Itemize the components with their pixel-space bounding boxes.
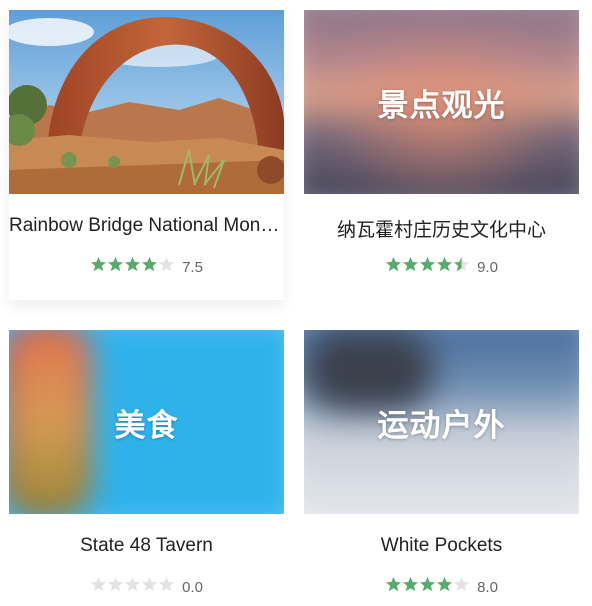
rating: 7.5 [9,256,284,278]
place-image[interactable] [9,10,284,194]
star-icon [159,257,175,272]
star-icon [454,257,470,272]
star-icon [437,257,453,272]
star-icon [386,577,402,592]
rating: 9.0 [304,256,579,278]
star-icon [454,577,470,592]
rating-score: 7.5 [182,258,203,276]
rating-score: 8.0 [477,578,498,596]
star-icon [125,577,141,592]
star-rating [385,256,470,278]
star-icon [437,577,453,592]
star-icon [142,257,158,272]
place-title[interactable]: 纳瓦霍村庄历史文化中心 [304,215,579,242]
star-icon [159,577,175,592]
place-title[interactable]: Rainbow Bridge National Monument [9,215,284,237]
star-icon [403,257,419,272]
star-icon [420,577,436,592]
place-card-state-48-tavern[interactable]: 美食 State 48 Tavern 0.0 [9,330,284,606]
star-icon [125,257,141,272]
rating-score: 0.0 [182,578,203,596]
place-image[interactable]: 景点观光 [304,10,579,194]
rating: 8.0 [304,576,579,598]
place-title[interactable]: State 48 Tavern [9,535,284,557]
star-rating [90,576,175,598]
place-card-white-pockets[interactable]: 运动户外 White Pockets 8.0 [304,330,579,606]
star-icon [403,577,419,592]
star-icon [142,577,158,592]
rating-score: 9.0 [477,258,498,276]
place-image[interactable]: 运动户外 [304,330,579,514]
category-label: 景点观光 [377,87,506,124]
rating: 0.0 [9,576,284,598]
place-card-rainbow-bridge[interactable]: Rainbow Bridge National Monument 7.5 [9,10,284,300]
place-image[interactable]: 美食 [9,330,284,514]
place-card-navajo-village[interactable]: 景点观光 纳瓦霍村庄历史文化中心 9.0 [304,10,579,300]
star-rating [90,256,175,278]
star-rating [385,576,470,598]
place-title[interactable]: White Pockets [304,535,579,557]
star-icon [91,257,107,272]
category-label: 美食 [114,407,179,444]
star-icon [386,257,402,272]
star-icon [108,257,124,272]
star-icon [420,257,436,272]
star-icon [91,577,107,592]
star-icon [108,577,124,592]
category-label: 运动户外 [377,407,506,444]
